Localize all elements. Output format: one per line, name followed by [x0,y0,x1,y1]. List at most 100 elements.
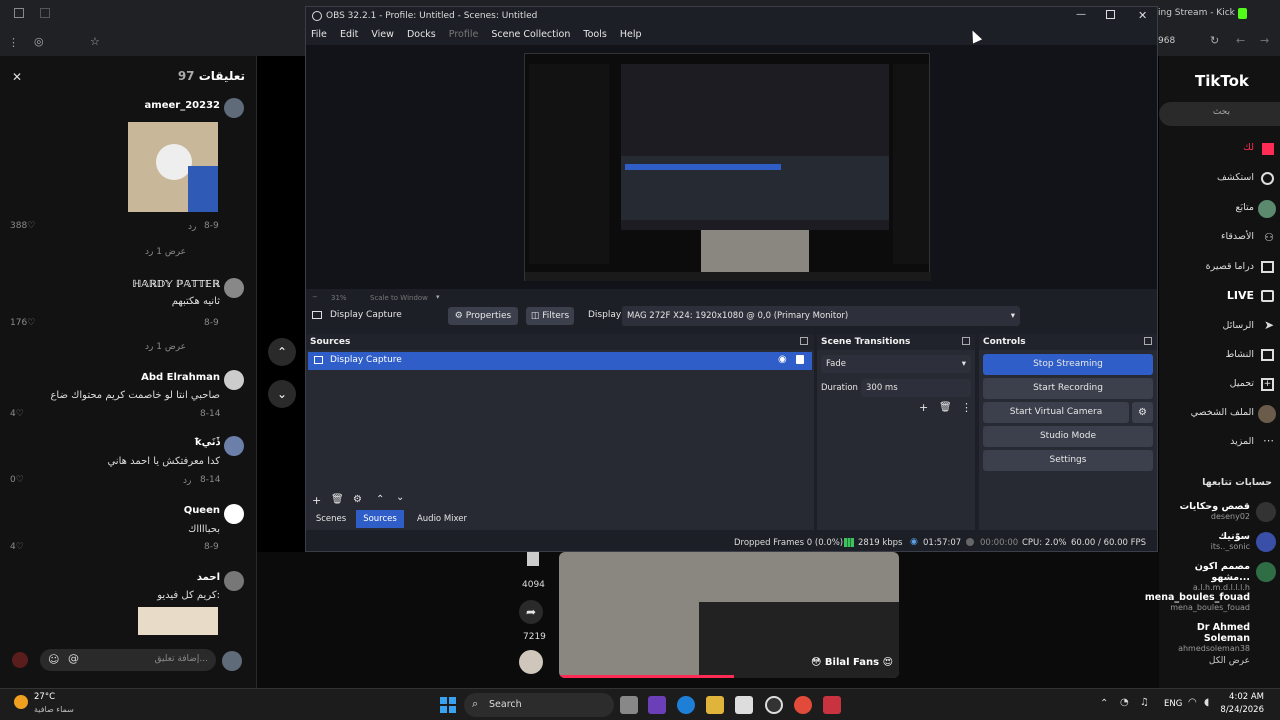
tab-icon[interactable] [14,8,24,18]
network-icon[interactable]: ◔ [1120,697,1129,708]
like-count[interactable]: 4♡ [10,409,24,419]
transition-select[interactable]: Fade ▾ [821,355,971,373]
comment-author[interactable]: Abd Elrahman [110,372,220,383]
studio-mode-button[interactable]: Studio Mode [983,426,1153,447]
avatar[interactable] [224,98,244,118]
nav-item-activity[interactable]: النشاط [1225,349,1254,360]
search-box[interactable]: ⌕ Search [464,693,614,717]
app-icon[interactable] [823,696,841,714]
video-frame[interactable]: 😳 Bilal Fans 😍 [559,552,899,678]
share-icon[interactable]: ➦ [519,600,543,624]
chrome-icon[interactable] [794,696,812,714]
like-count[interactable]: 388♡ [10,221,35,231]
menu-scene-collection[interactable]: Scene Collection [491,29,570,40]
comment-author[interactable]: ℍ𝔸ℝ𝔻𝕐 ℙ𝔸𝕋𝕋𝔼ℝ [110,279,220,290]
filters-button[interactable]: ◫ Filters [526,307,574,325]
tab-icon[interactable] [40,8,50,18]
like-count[interactable]: 4♡ [10,542,24,552]
task-view-icon[interactable] [620,696,638,714]
view-replies[interactable]: عرض 1 رد [145,247,186,257]
clock-time[interactable]: 4:02 AM [1204,692,1264,702]
menu-file[interactable]: File [311,29,327,40]
weather-icon[interactable] [14,695,28,709]
avatar[interactable] [1256,532,1276,552]
chevron-up-icon[interactable]: ⌃ [376,494,384,505]
music-disc-icon[interactable] [519,650,543,674]
language-indicator[interactable]: ENG [1164,699,1182,709]
settings-icon[interactable]: ◎ [34,35,44,48]
avatar[interactable] [1256,502,1276,522]
tiktok-logo[interactable]: TikTok [1195,72,1249,90]
menu-tools[interactable]: Tools [583,29,606,40]
menu-help[interactable]: Help [620,29,642,40]
properties-button[interactable]: ⚙ Properties [448,307,518,325]
bookmark-icon[interactable] [527,552,539,566]
avatar[interactable] [224,571,244,591]
reply-link[interactable]: رد [188,222,196,232]
stop-streaming-button[interactable]: Stop Streaming [983,354,1153,375]
chevron-down-icon[interactable]: ⌄ [268,380,296,408]
nav-item-friends[interactable]: الأصدقاء [1221,231,1254,242]
nav-item-foryou[interactable]: لك [1243,142,1254,153]
trash-icon[interactable]: 🗑 [939,402,952,413]
following-item[interactable]: قصص وحكايات deseny02 [1180,501,1250,521]
emoji-icon[interactable]: ☺ [48,653,59,666]
clock-date[interactable]: 8/24/2026 [1204,705,1264,715]
avatar[interactable] [224,436,244,456]
wifi-icon[interactable]: ◠ [1188,697,1197,708]
nav-item-messages[interactable]: الرسائل [1223,320,1254,331]
mic-icon[interactable]: ♫ [1140,697,1149,708]
minimize-icon[interactable]: — [1076,9,1086,20]
reply-link[interactable]: رد [183,476,191,486]
mention-icon[interactable]: @ [68,652,79,665]
see-all-link[interactable]: عرض الكل [1209,656,1250,666]
chevron-down-icon[interactable]: ▾ [436,293,440,301]
video-progress[interactable] [559,675,734,678]
nav-item-drama[interactable]: دراما قصيرة [1206,261,1254,272]
undock-icon[interactable] [962,337,970,345]
following-item[interactable]: Dr Ahmed Soleman ahmedsoleman38 [1159,622,1250,653]
duration-input[interactable]: 300 ms [861,379,971,397]
zoom-minus-icon[interactable]: − [312,293,318,301]
menu-view[interactable]: View [371,29,394,40]
avatar[interactable] [224,278,244,298]
close-icon[interactable]: ✕ [12,70,22,84]
search-input[interactable]: بحث [1159,102,1280,126]
comment-author[interactable]: ꝁڏَنَي [110,437,220,448]
more-icon[interactable]: ⋮ [961,401,972,414]
obs-preview[interactable]: − 31% Scale to Window ▾ [306,45,1157,302]
windows-start-icon[interactable] [440,697,456,713]
forward-icon[interactable]: → [1260,34,1269,47]
settings-button[interactable]: Settings [983,450,1153,471]
add-icon[interactable]: + [312,494,321,507]
gear-icon[interactable]: ⚙ [353,494,362,505]
maximize-icon[interactable] [1106,10,1115,19]
avatar[interactable] [1256,562,1276,582]
avatar[interactable] [222,651,242,671]
trash-icon[interactable]: 🗑 [331,494,344,505]
star-icon[interactable]: ☆ [90,35,100,48]
reload-icon[interactable]: ↻ [1210,34,1219,47]
like-count[interactable]: 0♡ [10,475,24,485]
menu-edit[interactable]: Edit [340,29,358,40]
tab-scenes[interactable]: Scenes [310,510,352,528]
nav-item-explore[interactable]: استكشف [1217,172,1254,183]
nav-item-live[interactable]: LIVE [1227,289,1254,302]
nav-item-following[interactable]: متابَع [1235,202,1254,213]
menu-docks[interactable]: Docks [407,29,436,40]
nav-item-profile[interactable]: الملف الشخصي [1191,407,1254,418]
comment-author[interactable]: ameer_20232 [120,100,220,111]
close-icon[interactable]: ✕ [1138,9,1147,22]
chevron-up-icon[interactable]: ⌃ [268,338,296,366]
add-icon[interactable]: + [919,401,928,414]
nav-item-upload[interactable]: تحميل [1230,378,1254,389]
nav-item-more[interactable]: المزيد [1230,436,1254,447]
source-item[interactable]: Display Capture ◉ [308,352,812,370]
comment-author[interactable]: احمد [110,572,220,583]
like-count[interactable]: 176♡ [10,318,35,328]
eye-icon[interactable]: ◉ [778,354,787,365]
lock-icon[interactable] [796,355,804,364]
store-icon[interactable] [735,696,753,714]
avatar[interactable] [224,504,244,524]
undock-icon[interactable] [1144,337,1152,345]
